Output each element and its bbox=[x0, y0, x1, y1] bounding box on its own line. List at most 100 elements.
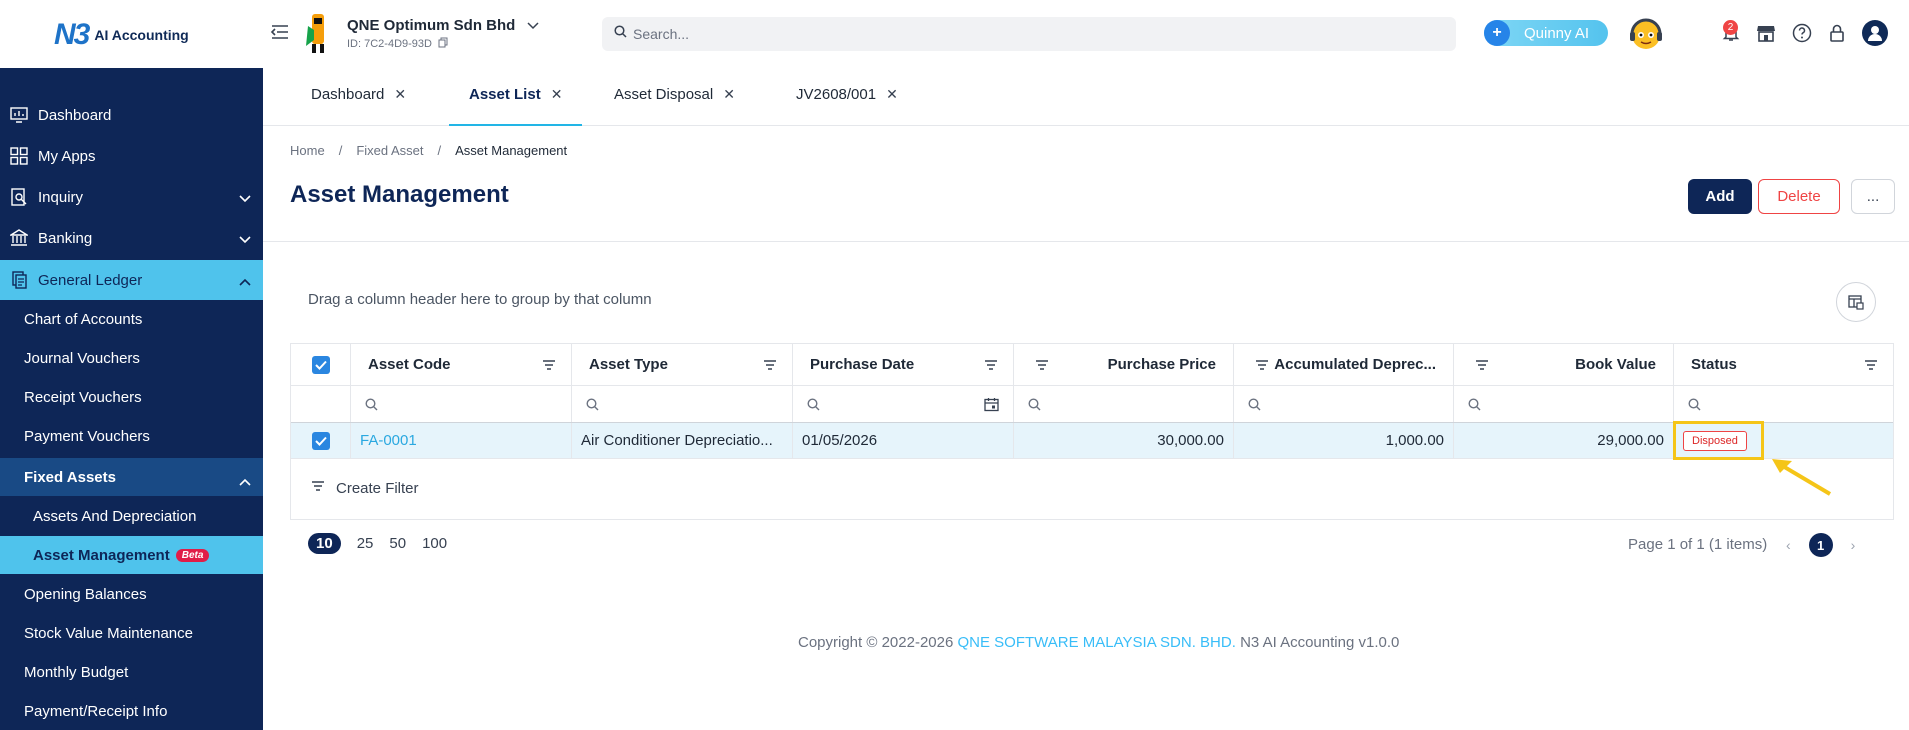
search-icon bbox=[614, 25, 627, 43]
sidebar-item-my-apps[interactable]: My Apps bbox=[0, 136, 263, 176]
filter-icon[interactable] bbox=[541, 357, 557, 373]
sidebar-item-payment-vouchers[interactable]: Payment Vouchers bbox=[0, 417, 263, 455]
breadcrumb-fixed-asset[interactable]: Fixed Asset bbox=[356, 143, 423, 158]
more-actions-button[interactable]: ... bbox=[1851, 179, 1895, 214]
filter-icon[interactable] bbox=[1254, 357, 1270, 373]
filter-input-purchase-price[interactable] bbox=[1014, 386, 1234, 422]
purchase-date-value: 01/05/2026 bbox=[802, 432, 878, 449]
row-checkbox[interactable] bbox=[291, 423, 351, 458]
quinny-ai-label: Quinny AI bbox=[1524, 24, 1590, 42]
column-header-purchase-date[interactable]: Purchase Date bbox=[793, 344, 1014, 385]
company-switcher[interactable]: QNE Optimum Sdn Bhd ID: 7C2-4D9-93D bbox=[347, 17, 539, 51]
sidebar-item-chart-of-accounts[interactable]: Chart of Accounts bbox=[0, 300, 263, 338]
cell-asset-code[interactable]: FA-0001 bbox=[351, 423, 572, 458]
menu-toggle-icon[interactable] bbox=[270, 22, 290, 44]
sidebar-item-label: Monthly Budget bbox=[24, 663, 129, 681]
store-icon[interactable] bbox=[1755, 22, 1777, 44]
column-label: Asset Type bbox=[589, 356, 668, 373]
asset-code-link[interactable]: FA-0001 bbox=[360, 432, 417, 449]
sidebar-item-banking[interactable]: Banking bbox=[0, 218, 263, 258]
tab-asset-list[interactable]: Asset List ✕ bbox=[449, 86, 583, 126]
global-search[interactable] bbox=[602, 17, 1456, 51]
filter-input-status[interactable] bbox=[1674, 386, 1893, 422]
sidebar-item-inquiry[interactable]: Inquiry bbox=[0, 177, 263, 217]
search-icon bbox=[1468, 398, 1481, 415]
breadcrumb-home[interactable]: Home bbox=[290, 143, 325, 158]
column-header-purchase-price[interactable]: Purchase Price bbox=[1014, 344, 1234, 385]
page-title: Asset Management bbox=[290, 181, 509, 208]
group-panel-hint[interactable]: Drag a column header here to group by th… bbox=[308, 291, 652, 308]
sidebar-item-stock-value-maintenance[interactable]: Stock Value Maintenance bbox=[0, 614, 263, 652]
delete-button[interactable]: Delete bbox=[1758, 179, 1840, 214]
filter-icon[interactable] bbox=[983, 357, 999, 373]
dashboard-icon bbox=[9, 105, 29, 125]
sidebar-item-opening-balances[interactable]: Opening Balances bbox=[0, 575, 263, 613]
footer-company-link[interactable]: QNE SOFTWARE MALAYSIA SDN. BHD. bbox=[958, 634, 1236, 651]
beta-badge: Beta bbox=[175, 548, 210, 562]
sidebar-item-label: My Apps bbox=[38, 147, 96, 165]
breadcrumb-current: Asset Management bbox=[455, 143, 568, 158]
sidebar-item-label: Chart of Accounts bbox=[24, 310, 143, 328]
filter-input-purchase-date[interactable] bbox=[793, 386, 1014, 422]
sidebar-item-general-ledger[interactable]: General Ledger bbox=[0, 260, 263, 300]
tab-dashboard[interactable]: Dashboard ✕ bbox=[311, 86, 406, 126]
column-header-asset-code[interactable]: Asset Code bbox=[351, 344, 572, 385]
user-avatar[interactable] bbox=[1862, 20, 1888, 46]
sidebar-item-asset-management[interactable]: Asset Management Beta bbox=[0, 536, 263, 574]
sidebar-item-label: Assets And Depreciation bbox=[33, 507, 197, 525]
column-chooser-icon[interactable] bbox=[1836, 282, 1876, 322]
table-row[interactable]: FA-0001 Air Conditioner Depreciatio... 0… bbox=[291, 423, 1893, 459]
filter-input-book-value[interactable] bbox=[1454, 386, 1674, 422]
close-icon[interactable]: ✕ bbox=[551, 86, 563, 103]
sidebar-item-monthly-budget[interactable]: Monthly Budget bbox=[0, 653, 263, 691]
column-header-status[interactable]: Status bbox=[1674, 344, 1893, 385]
filter-icon[interactable] bbox=[1863, 357, 1879, 373]
copy-icon[interactable] bbox=[438, 37, 448, 51]
footer-suffix: N3 AI Accounting v1.0.0 bbox=[1240, 634, 1400, 651]
column-header-accumulated-depreciation[interactable]: Accumulated Deprec... bbox=[1234, 344, 1454, 385]
page-size-option[interactable]: 10 bbox=[308, 533, 341, 554]
quinny-ai-button[interactable]: + Quinny AI bbox=[1484, 20, 1608, 46]
filter-input-asset-code[interactable] bbox=[351, 386, 572, 422]
close-icon[interactable]: ✕ bbox=[723, 86, 735, 103]
column-header-book-value[interactable]: Book Value bbox=[1454, 344, 1674, 385]
logo[interactable]: N3 AI Accounting bbox=[54, 18, 189, 52]
filter-icon[interactable] bbox=[1034, 357, 1050, 373]
add-button[interactable]: Add bbox=[1688, 179, 1752, 214]
accumulated-depreciation-value: 1,000.00 bbox=[1385, 432, 1444, 449]
filter-input-accumulated-depreciation[interactable] bbox=[1234, 386, 1454, 422]
calendar-icon[interactable] bbox=[984, 397, 999, 416]
page-size-option[interactable]: 50 bbox=[389, 535, 406, 552]
sidebar-item-label: Asset Management bbox=[33, 546, 170, 564]
lock-icon[interactable] bbox=[1826, 22, 1848, 44]
filter-icon[interactable] bbox=[762, 357, 778, 373]
select-all-checkbox[interactable] bbox=[291, 344, 351, 385]
sidebar-item-payment-receipt-info[interactable]: Payment/Receipt Info bbox=[0, 692, 263, 730]
tab-asset-disposal[interactable]: Asset Disposal ✕ bbox=[614, 86, 735, 126]
sidebar-item-journal-vouchers[interactable]: Journal Vouchers bbox=[0, 339, 263, 377]
sidebar-item-dashboard[interactable]: Dashboard bbox=[0, 95, 263, 135]
sidebar-item-assets-and-depreciation[interactable]: Assets And Depreciation bbox=[0, 497, 263, 535]
filter-input-asset-type[interactable] bbox=[572, 386, 793, 422]
sidebar-item-receipt-vouchers[interactable]: Receipt Vouchers bbox=[0, 378, 263, 416]
create-filter-button[interactable]: Create Filter bbox=[310, 478, 419, 498]
filter-cell-empty bbox=[291, 386, 351, 422]
prev-page-icon[interactable]: ‹ bbox=[1786, 537, 1791, 553]
page-number-button[interactable]: 1 bbox=[1808, 533, 1833, 557]
filter-icon[interactable] bbox=[1474, 357, 1490, 373]
close-icon[interactable]: ✕ bbox=[394, 86, 406, 103]
tab-jv2608-001[interactable]: JV2608/001 ✕ bbox=[796, 86, 898, 126]
close-icon[interactable]: ✕ bbox=[886, 86, 898, 103]
sidebar-item-fixed-assets[interactable]: Fixed Assets bbox=[0, 458, 263, 496]
page-size-option[interactable]: 25 bbox=[357, 535, 374, 552]
tab-label: JV2608/001 bbox=[796, 86, 877, 103]
search-input[interactable] bbox=[633, 26, 1413, 42]
column-label: Asset Code bbox=[368, 356, 451, 373]
page-size-option[interactable]: 100 bbox=[422, 535, 447, 552]
tab-bar: Dashboard ✕ Asset List ✕ Asset Disposal … bbox=[263, 68, 1909, 126]
cell-accumulated-depreciation: 1,000.00 bbox=[1234, 423, 1454, 458]
next-page-icon[interactable]: › bbox=[1851, 537, 1856, 553]
column-header-asset-type[interactable]: Asset Type bbox=[572, 344, 793, 385]
help-icon[interactable] bbox=[1791, 22, 1813, 44]
support-agent-icon[interactable] bbox=[1626, 14, 1666, 54]
